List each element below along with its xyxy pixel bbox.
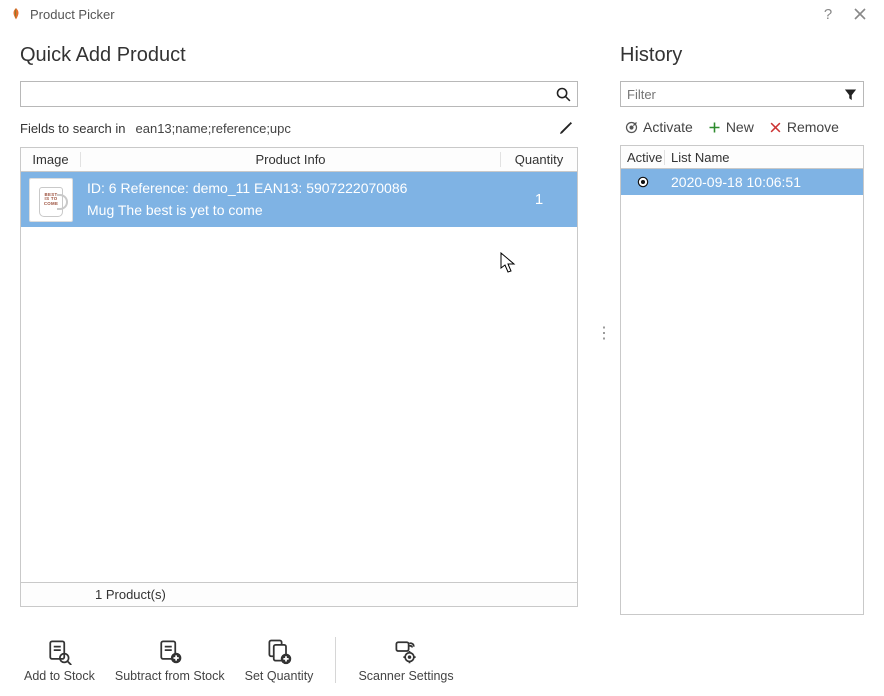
close-button[interactable]: [844, 0, 876, 28]
fields-value: ean13;name;reference;upc: [136, 121, 555, 136]
title-bar: Product Picker ?: [0, 0, 884, 28]
quick-add-pane: Quick Add Product Fields to search in ea…: [20, 38, 578, 628]
search-icon[interactable]: [549, 82, 577, 106]
product-qty-cell: 1: [501, 191, 577, 208]
product-info-line1: ID: 6 Reference: demo_11 EAN13: 59072220…: [87, 178, 495, 200]
window-title: Product Picker: [30, 7, 812, 22]
add-to-stock-button[interactable]: Add to Stock: [20, 637, 99, 683]
col-active[interactable]: Active: [621, 150, 665, 165]
remove-button[interactable]: Remove: [764, 117, 843, 137]
product-thumbnail: BEST IS TO COME: [21, 175, 81, 225]
product-info-line2: Mug The best is yet to come: [87, 200, 495, 222]
new-button[interactable]: New: [703, 117, 758, 137]
history-table: Active List Name 2020-09-18 10:06:51: [620, 145, 864, 615]
mug-icon: BEST IS TO COME: [29, 178, 73, 222]
product-table: Image Product Info Quantity BEST IS TO C…: [20, 147, 578, 607]
filter-input[interactable]: [621, 84, 837, 105]
history-actions: Activate New Remove: [620, 111, 864, 143]
edit-fields-button[interactable]: [554, 117, 578, 139]
plus-icon: [707, 120, 722, 135]
close-icon: [854, 8, 866, 20]
history-pane: History Activate New: [620, 38, 864, 628]
search-input[interactable]: [21, 84, 549, 105]
history-name-cell: 2020-09-18 10:06:51: [665, 174, 863, 190]
scanner-settings-icon: [392, 637, 420, 665]
filter-icon[interactable]: [837, 82, 863, 106]
history-active-cell: [621, 175, 665, 189]
history-filter[interactable]: [620, 81, 864, 107]
product-row[interactable]: BEST IS TO COME ID: 6 Reference: demo_11…: [21, 172, 577, 227]
history-table-header: Active List Name: [621, 146, 863, 169]
col-image[interactable]: Image: [21, 152, 81, 167]
history-row[interactable]: 2020-09-18 10:06:51: [621, 169, 863, 195]
bottom-toolbar: Add to Stock Subtract from Stock Set Qua…: [20, 632, 864, 688]
set-quantity-icon: [265, 637, 293, 665]
product-footer: 1 Product(s): [21, 582, 577, 606]
toolbar-separator: [335, 637, 336, 683]
product-table-header: Image Product Info Quantity: [21, 148, 577, 172]
app-logo-icon: [8, 6, 24, 22]
subtract-from-stock-button[interactable]: Subtract from Stock: [111, 637, 229, 683]
fields-label: Fields to search in: [20, 121, 126, 136]
activate-button[interactable]: Activate: [620, 117, 697, 137]
radio-checked-icon: [636, 175, 650, 189]
activate-icon: [624, 120, 639, 135]
search-field[interactable]: [20, 81, 578, 107]
product-info-cell: ID: 6 Reference: demo_11 EAN13: 59072220…: [81, 172, 501, 227]
scanner-settings-button[interactable]: Scanner Settings: [354, 637, 457, 683]
remove-icon: [768, 120, 783, 135]
col-list-name[interactable]: List Name: [665, 150, 863, 165]
history-title: History: [620, 44, 864, 67]
col-qty[interactable]: Quantity: [501, 152, 577, 167]
subtract-from-stock-icon: [156, 637, 184, 665]
add-to-stock-icon: [45, 637, 73, 665]
pane-splitter[interactable]: ⋮: [596, 323, 612, 343]
set-quantity-button[interactable]: Set Quantity: [241, 637, 318, 683]
pencil-icon: [558, 120, 574, 136]
col-info[interactable]: Product Info: [81, 152, 501, 167]
help-button[interactable]: ?: [812, 0, 844, 28]
quick-add-title: Quick Add Product: [20, 44, 578, 67]
